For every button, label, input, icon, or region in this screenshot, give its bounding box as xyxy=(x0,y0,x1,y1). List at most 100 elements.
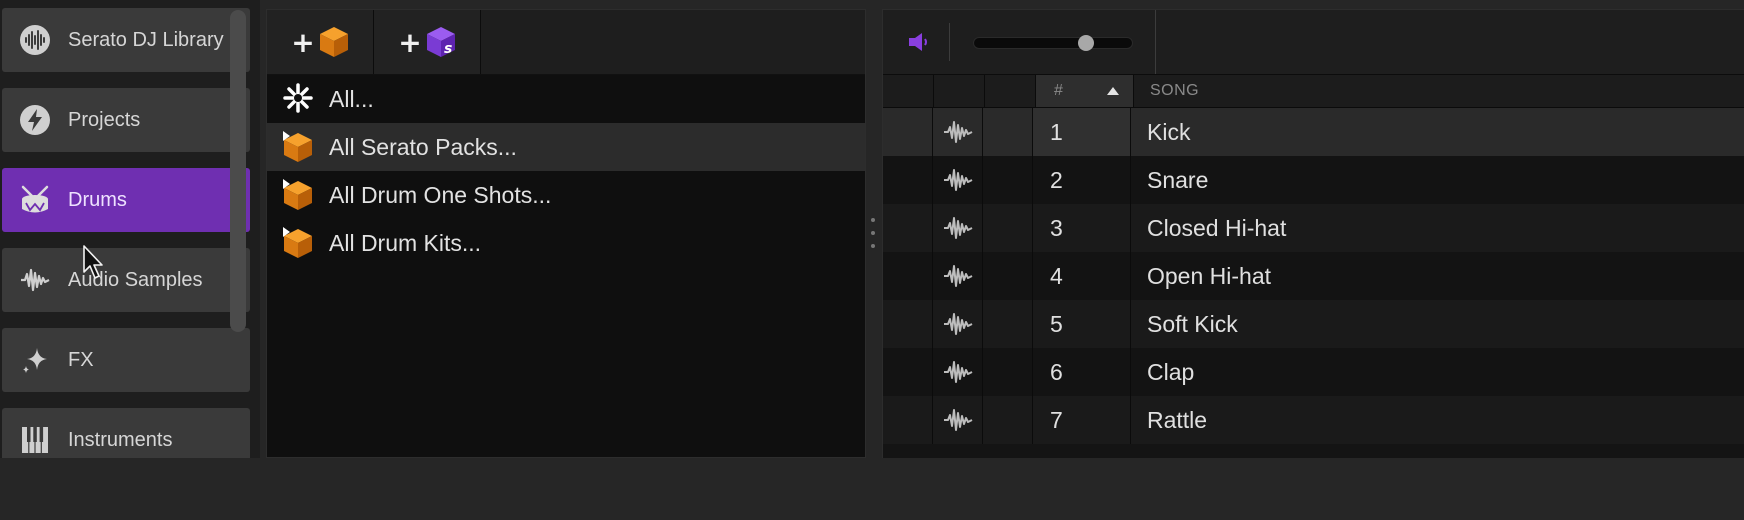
plus-icon: + xyxy=(291,25,315,59)
pack-list-label: All... xyxy=(329,85,374,112)
table-row[interactable]: 3 Closed Hi-hat xyxy=(883,204,1744,252)
sidebar-item-instruments[interactable]: Instruments xyxy=(2,408,250,458)
sidebar-item-drums[interactable]: Drums xyxy=(2,168,250,232)
volume-slider-knob[interactable] xyxy=(1078,35,1094,51)
sidebar-item-label: Instruments xyxy=(68,428,173,451)
waveform-icon[interactable] xyxy=(933,252,983,300)
pack-icon xyxy=(283,131,315,163)
sidebar-item-audio-samples[interactable]: Audio Samples xyxy=(2,248,250,312)
row-cell-blank xyxy=(983,396,1033,444)
column-header-number[interactable]: # xyxy=(1036,75,1134,107)
pack-browser: + + s All... All Serato Packs... All Dru… xyxy=(266,9,866,458)
row-cell-blank xyxy=(883,204,933,252)
table-row[interactable]: 2 Snare xyxy=(883,156,1744,204)
toolbar-divider xyxy=(1155,10,1156,74)
asterisk-icon xyxy=(283,83,315,115)
mouse-cursor-icon xyxy=(83,245,103,279)
row-cell-blank xyxy=(883,156,933,204)
row-cell-blank xyxy=(883,396,933,444)
row-cell-blank xyxy=(883,252,933,300)
pack-icon xyxy=(283,227,315,259)
row-song-title: Clap xyxy=(1147,358,1195,385)
svg-text:s: s xyxy=(444,41,452,57)
sidebar-item-label: Projects xyxy=(68,108,141,131)
pack-toolbar: + + s xyxy=(267,10,865,75)
toolbar-divider xyxy=(949,23,950,61)
row-number: 3 xyxy=(1033,204,1131,252)
sparkle-icon xyxy=(17,342,53,378)
row-cell-blank xyxy=(983,300,1033,348)
column-header-label: SONG xyxy=(1150,82,1200,99)
row-number: 6 xyxy=(1033,348,1131,396)
sample-list-panel: # SONG 1 Kick 2 Snare 3 Closed Hi-hat 4 Open Hi… xyxy=(882,9,1744,458)
row-cell-blank xyxy=(983,156,1033,204)
pack-list-item[interactable]: All Drum One Shots... xyxy=(267,171,865,219)
row-song-title: Closed Hi-hat xyxy=(1147,214,1287,241)
lightning-icon xyxy=(17,102,53,138)
row-number: 5 xyxy=(1033,300,1131,348)
row-cell-blank xyxy=(883,348,933,396)
row-song-title: Rattle xyxy=(1147,406,1208,433)
sidebar-item-projects[interactable]: Projects xyxy=(2,88,250,152)
column-header-song[interactable]: SONG xyxy=(1134,75,1744,107)
row-cell-blank xyxy=(983,108,1033,156)
pack-list-label: All Drum One Shots... xyxy=(329,181,552,208)
column-header-blank xyxy=(883,75,934,107)
plus-icon: + xyxy=(398,25,422,59)
row-cell-blank xyxy=(983,348,1033,396)
table-row[interactable]: 7 Rattle xyxy=(883,396,1744,444)
row-number: 1 xyxy=(1033,108,1131,156)
row-cell-blank xyxy=(883,300,933,348)
pack-list-label: All Drum Kits... xyxy=(329,229,482,256)
row-cell-blank xyxy=(883,108,933,156)
waveform-icon xyxy=(17,262,53,298)
sidebar-item-serato-dj-library[interactable]: Serato DJ Library xyxy=(2,8,250,72)
table-body: 1 Kick 2 Snare 3 Closed Hi-hat 4 Open Hi-hat 5 So… xyxy=(883,108,1744,444)
waveform-icon[interactable] xyxy=(933,300,983,348)
row-song-title: Snare xyxy=(1147,166,1209,193)
sidebar-item-fx[interactable]: FX xyxy=(2,328,250,392)
row-number: 4 xyxy=(1033,252,1131,300)
pack-list-item[interactable]: All Drum Kits... xyxy=(267,219,865,267)
waveform-icon[interactable] xyxy=(933,348,983,396)
row-song-title: Soft Kick xyxy=(1147,310,1238,337)
player-toolbar xyxy=(883,10,1744,75)
pack-list-label: All Serato Packs... xyxy=(329,133,517,160)
pack-list-item[interactable]: All Serato Packs... xyxy=(267,123,865,171)
waveform-icon[interactable] xyxy=(933,156,983,204)
sidebar-item-label: FX xyxy=(68,348,94,371)
table-row[interactable]: 5 Soft Kick xyxy=(883,300,1744,348)
speaker-icon[interactable] xyxy=(907,30,931,54)
panel-splitter-handle[interactable] xyxy=(871,218,875,248)
pack-list-item[interactable]: All... xyxy=(267,75,865,123)
row-number: 2 xyxy=(1033,156,1131,204)
table-row[interactable]: 6 Clap xyxy=(883,348,1744,396)
waveform-icon[interactable] xyxy=(933,108,983,156)
column-header-blank xyxy=(985,75,1036,107)
row-number: 7 xyxy=(1033,396,1131,444)
drum-icon xyxy=(17,182,53,218)
column-header-label: # xyxy=(1054,82,1063,99)
row-cell-blank xyxy=(983,252,1033,300)
column-header-waveform xyxy=(934,75,985,107)
sort-ascending-icon xyxy=(1107,87,1119,95)
row-song-title: Open Hi-hat xyxy=(1147,262,1272,289)
waveform-icon[interactable] xyxy=(933,396,983,444)
table-header: # SONG xyxy=(883,75,1744,108)
add-pack-button[interactable]: + xyxy=(267,10,374,74)
sidebar-item-label: Drums xyxy=(68,188,127,211)
sidebar: Serato DJ Library Projects Drums Audio S… xyxy=(0,0,260,458)
row-song-title: Kick xyxy=(1147,118,1191,145)
waveform-icon[interactable] xyxy=(933,204,983,252)
row-cell-blank xyxy=(983,204,1033,252)
add-serato-pack-button[interactable]: + s xyxy=(374,10,481,74)
add-serato-pack-icon: s xyxy=(426,27,455,57)
volume-slider[interactable] xyxy=(973,35,1133,51)
serato-library-icon xyxy=(17,22,53,58)
sidebar-scrollbar[interactable] xyxy=(230,10,246,332)
add-pack-icon xyxy=(319,27,348,57)
table-row[interactable]: 1 Kick xyxy=(883,108,1744,156)
piano-icon xyxy=(17,422,53,458)
table-row[interactable]: 4 Open Hi-hat xyxy=(883,252,1744,300)
pack-icon xyxy=(283,179,315,211)
